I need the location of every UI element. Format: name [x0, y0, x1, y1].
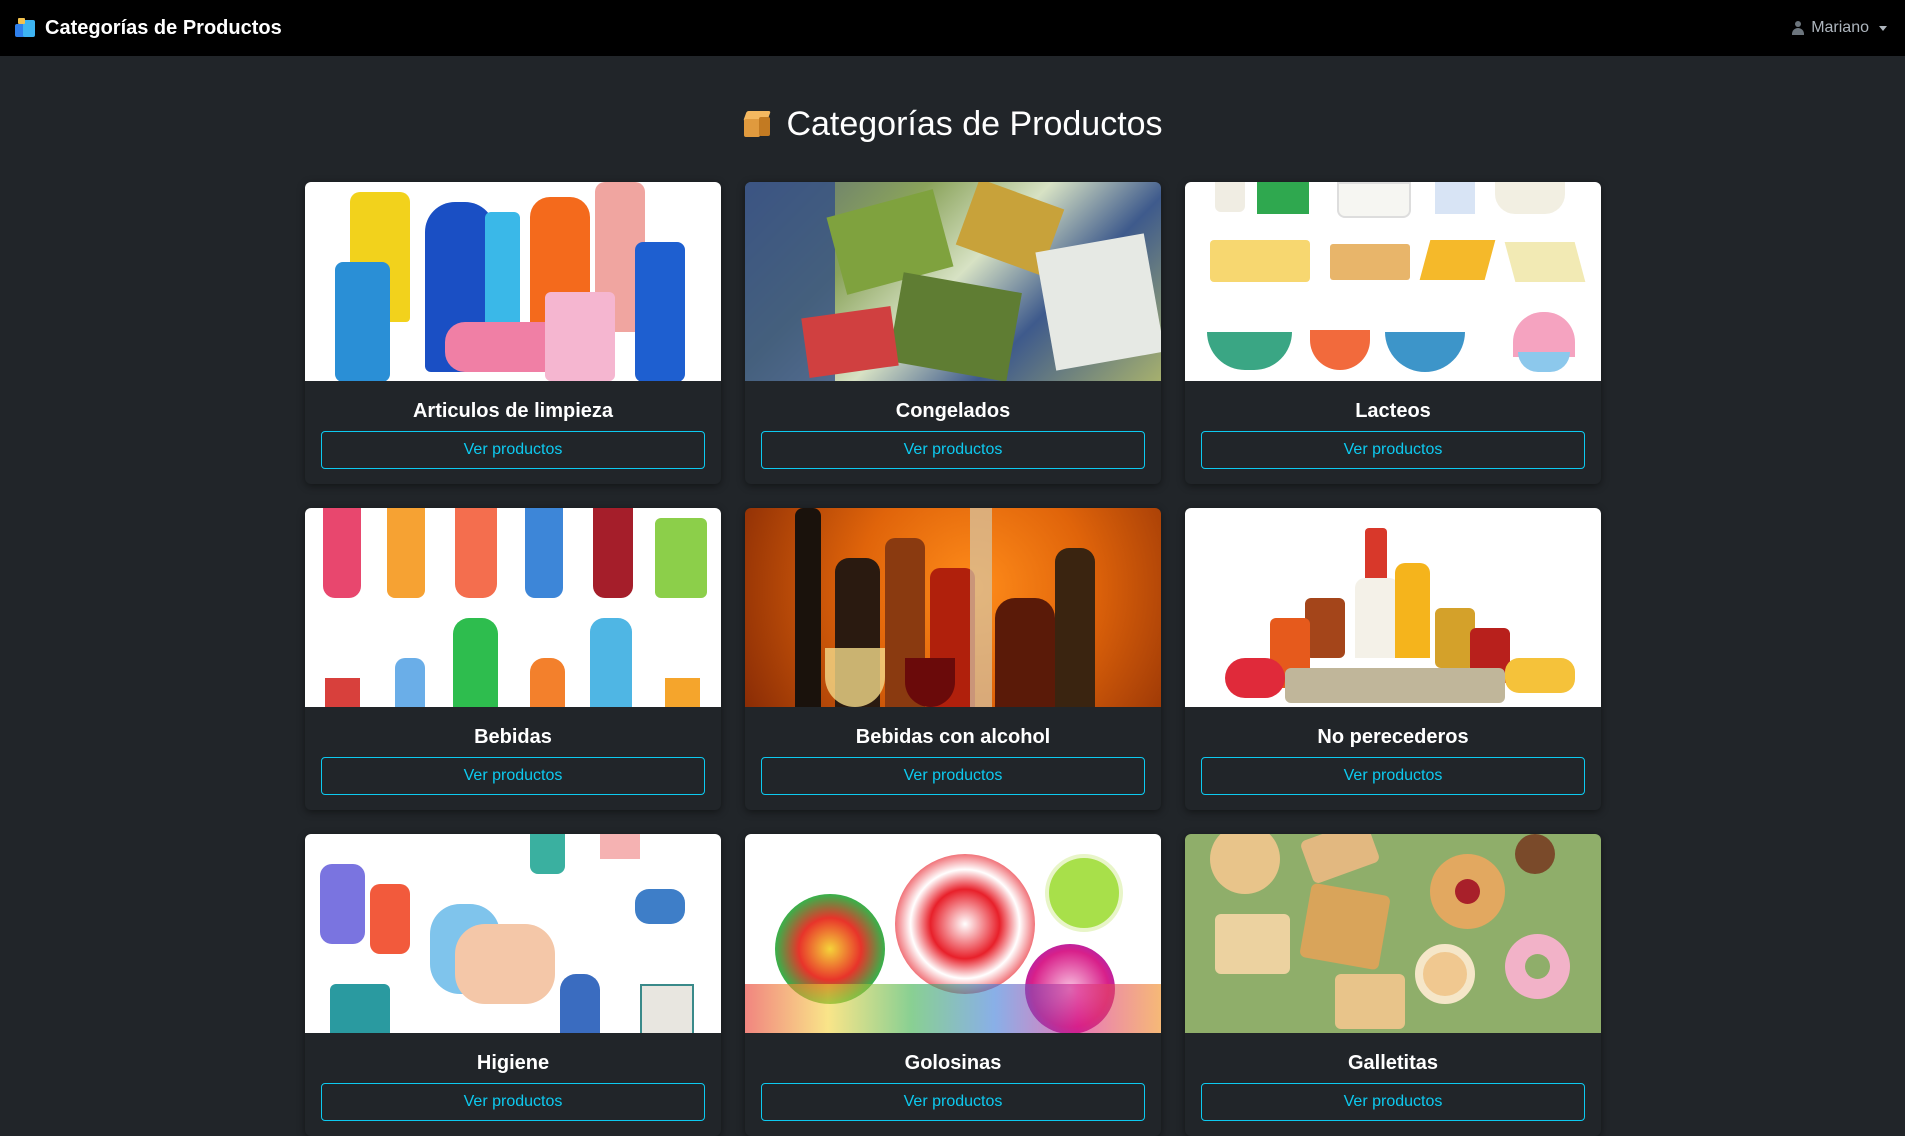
category-card: Congelados Ver productos — [745, 182, 1161, 484]
view-products-button[interactable]: Ver productos — [1201, 431, 1585, 469]
frozen-food-photo — [745, 182, 1161, 381]
category-title: Golosinas — [904, 1052, 1002, 1074]
category-card: Golosinas Ver productos — [745, 834, 1161, 1136]
category-title: Higiene — [476, 1052, 550, 1074]
view-products-button[interactable]: Ver productos — [761, 1083, 1145, 1121]
view-products-button[interactable]: Ver productos — [1201, 1083, 1585, 1121]
navbar: Categorías de Productos Mariano — [0, 0, 1905, 56]
view-products-button[interactable]: Ver productos — [321, 757, 705, 795]
category-card: Bebidas Ver productos — [305, 508, 721, 810]
category-title: Bebidas — [474, 726, 552, 748]
drinks-illustration — [305, 508, 721, 707]
category-card: No perecederos Ver productos — [1185, 508, 1601, 810]
category-card: Bebidas con alcohol Ver productos — [745, 508, 1161, 810]
alcohol-bottles-photo — [745, 508, 1161, 707]
view-products-button[interactable]: Ver productos — [761, 431, 1145, 469]
category-title: Bebidas con alcohol — [855, 726, 1051, 748]
category-grid: Articulos de limpieza Ver productos Cong… — [305, 182, 1601, 1136]
caret-down-icon — [1879, 25, 1887, 31]
category-card: Higiene Ver productos — [305, 834, 721, 1136]
navbar-brand-label: Categorías de Productos — [45, 16, 282, 39]
view-products-button[interactable]: Ver productos — [761, 757, 1145, 795]
category-card: Galletitas Ver productos — [1185, 834, 1601, 1136]
candy-photo — [745, 834, 1161, 1033]
user-dropdown[interactable]: Mariano — [1791, 19, 1887, 37]
view-products-button[interactable]: Ver productos — [321, 431, 705, 469]
category-title: Lacteos — [1355, 400, 1431, 422]
user-name: Mariano — [1811, 19, 1869, 36]
package-icon — [742, 109, 772, 139]
category-title: Congelados — [895, 400, 1011, 422]
dairy-illustration — [1185, 182, 1601, 381]
page-title-text: Categorías de Productos — [786, 104, 1163, 143]
cookies-photo — [1185, 834, 1601, 1033]
category-title: Articulos de limpieza — [412, 400, 614, 422]
canned-goods-photo — [1185, 508, 1601, 707]
category-card: Lacteos Ver productos — [1185, 182, 1601, 484]
category-title: Galletitas — [1347, 1052, 1439, 1074]
category-card: Articulos de limpieza Ver productos — [305, 182, 721, 484]
page-title: Categorías de Productos — [0, 96, 1905, 152]
category-title: No perecederos — [1317, 726, 1469, 748]
user-icon — [1791, 21, 1805, 35]
boxes-icon — [15, 18, 37, 38]
view-products-button[interactable]: Ver productos — [321, 1083, 705, 1121]
navbar-brand[interactable]: Categorías de Productos — [15, 17, 282, 40]
cleaning-products-photo — [305, 182, 721, 381]
view-products-button[interactable]: Ver productos — [1201, 757, 1585, 795]
hygiene-illustration — [305, 834, 721, 1033]
